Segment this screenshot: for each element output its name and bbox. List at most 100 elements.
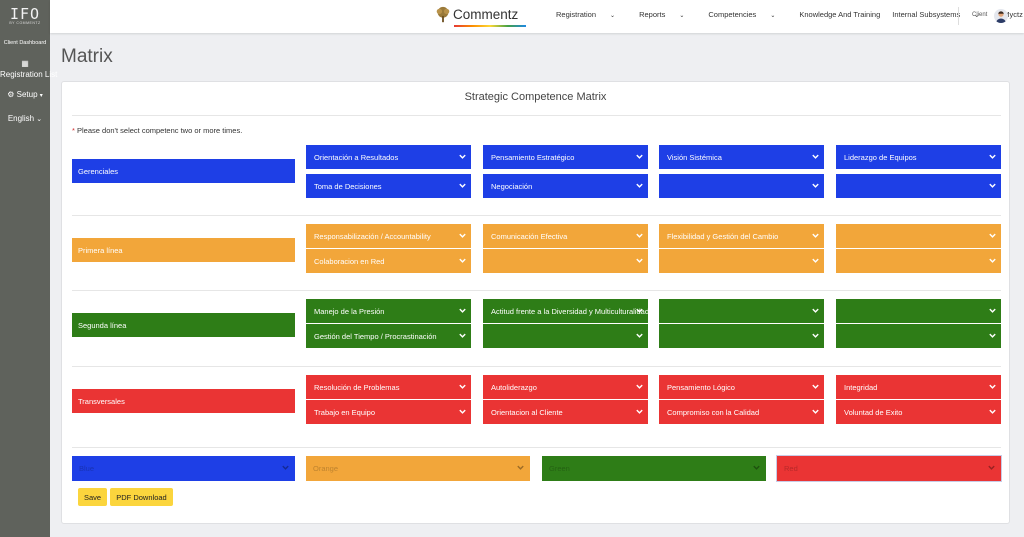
category-label: Primera línea (72, 238, 295, 262)
sidebar-item-client-dashboard[interactable]: Client Dashboard (0, 40, 50, 47)
chevron-down-icon (459, 384, 466, 389)
competence-select[interactable]: Colaboracion en Red (306, 249, 471, 273)
logo-subtext: BY COMMENTZ (9, 21, 41, 25)
competence-select[interactable]: Manejo de la Presión (306, 299, 471, 323)
competence-select[interactable]: Pensamiento Lógico (659, 375, 824, 399)
competence-select[interactable]: Voluntad de Exito (836, 400, 1001, 424)
nav-label: Reports (639, 10, 666, 19)
competence-select[interactable] (836, 224, 1001, 248)
category-label: Transversales (72, 389, 295, 413)
client-label[interactable]: Client (972, 12, 987, 18)
competence-select[interactable]: Autoliderazgo (483, 375, 648, 399)
competence-select[interactable] (659, 299, 824, 323)
chevron-down-icon (812, 384, 819, 389)
sidebar-item-setup[interactable]: ⚙ Setup ▾ (0, 90, 50, 99)
save-button[interactable]: Save (78, 488, 107, 506)
chevron-down-icon (636, 409, 643, 414)
chevron-down-icon (812, 333, 819, 338)
competence-select[interactable]: Liderazgo de Equipos (836, 145, 1001, 169)
competence-select[interactable]: Integridad (836, 375, 1001, 399)
color-select-placeholder: Green (549, 464, 570, 473)
selected-value: Negociación (491, 181, 533, 191)
competence-select[interactable]: Visión Sistémica (659, 145, 824, 169)
selected-value: Liderazgo de Equipos (844, 152, 917, 162)
competence-select[interactable]: Resolución de Problemas (306, 375, 471, 399)
chevron-down-icon (989, 409, 996, 414)
selected-value: Orientacion al Cliente (491, 407, 563, 417)
competence-select[interactable]: Negociación (483, 174, 648, 198)
color-select[interactable]: Orange (306, 456, 530, 481)
card-title: Strategic Competence Matrix (464, 91, 607, 103)
chevron-down-icon (459, 233, 466, 238)
category-label: Gerenciales (72, 159, 295, 183)
competence-select[interactable] (836, 299, 1001, 323)
competence-select[interactable]: Flexibilidad y Gestión del Cambio (659, 224, 824, 248)
avatar[interactable] (994, 9, 1008, 23)
chevron-down-icon (812, 183, 819, 188)
competence-select[interactable]: Pensamiento Estratégico (483, 145, 648, 169)
brand-logo[interactable]: Commentz (434, 6, 526, 27)
competence-select[interactable]: Gestión del Tiempo / Procrastinación (306, 324, 471, 348)
chevron-down-icon (989, 384, 996, 389)
chevron-down-icon (988, 465, 995, 470)
competence-select[interactable]: Toma de Decisiones (306, 174, 471, 198)
color-select[interactable]: Green (542, 456, 766, 481)
pdf-download-button[interactable]: PDF Download (110, 488, 173, 506)
divider (72, 366, 1001, 367)
chevron-down-icon (753, 465, 760, 470)
nav-reports[interactable]: Reports ⌄ (639, 10, 696, 19)
chevron-down-icon (989, 258, 996, 263)
chevron-down-icon (636, 154, 643, 159)
nav-knowledge-and-training[interactable]: Knowledge And Training (799, 10, 880, 19)
competence-select[interactable] (659, 324, 824, 348)
chevron-down-icon (636, 333, 643, 338)
selected-value: Colaboracion en Red (314, 256, 385, 266)
app-logo[interactable]: IFO BY COMMENTZ (0, 0, 50, 30)
selected-value: Responsabilización / Accountability (314, 231, 431, 241)
selected-value: Comunicación Efectiva (491, 231, 568, 241)
competence-select[interactable] (483, 249, 648, 273)
chevron-down-icon: ⌄ (36, 116, 43, 123)
sidebar-item-registration-list[interactable]: ▦ Registration List (0, 59, 57, 80)
selected-value: Toma de Decisiones (314, 181, 382, 191)
chevron-down-icon (989, 183, 996, 188)
color-select[interactable]: Blue (72, 456, 295, 481)
competence-select[interactable]: Responsabilización / Accountability (306, 224, 471, 248)
chevron-down-icon (517, 465, 524, 470)
nav-registration[interactable]: Registration ⌄ (556, 10, 627, 19)
gear-icon: ⚙ (7, 90, 15, 99)
competence-select[interactable] (483, 324, 648, 348)
divider (72, 290, 1001, 291)
competence-select[interactable]: Trabajo en Equipo (306, 400, 471, 424)
competence-select[interactable] (659, 249, 824, 273)
competence-select[interactable]: Orientacion al Cliente (483, 400, 648, 424)
sidebar-item-label: Registration List (0, 70, 58, 79)
chevron-down-icon: ⌄ (770, 13, 776, 19)
color-select[interactable]: Red (776, 455, 1002, 482)
selected-value: Flexibilidad y Gestión del Cambio (667, 231, 779, 241)
competence-select[interactable]: Compromiso con la Calidad (659, 400, 824, 424)
competence-select[interactable]: Actitud frente a la Diversidad y Multicu… (483, 299, 648, 323)
selected-value: Trabajo en Equipo (314, 407, 376, 417)
sidebar: IFO BY COMMENTZ Client Dashboard ▦ Regis… (0, 0, 57, 537)
competence-select[interactable] (836, 249, 1001, 273)
competence-select[interactable]: Orientación a Resultados (306, 145, 471, 169)
language-selector[interactable]: English ⌄ (0, 114, 50, 123)
nav-competencies[interactable]: Competencies ⌄ (708, 10, 787, 19)
competence-select[interactable]: Comunicación Efectiva (483, 224, 648, 248)
chevron-down-icon (459, 183, 466, 188)
chevron-down-icon: ⌄ (679, 13, 685, 19)
chevron-down-icon (812, 154, 819, 159)
competence-select[interactable] (836, 174, 1001, 198)
selected-value: Pensamiento Estratégico (491, 152, 575, 162)
chevron-down-icon: ⌄ (610, 13, 616, 19)
nav-label: Competencies (708, 10, 757, 19)
nav-label: Registration (556, 10, 597, 19)
nav-divider (958, 7, 959, 25)
color-select-placeholder: Blue (79, 464, 95, 473)
competence-select[interactable] (659, 174, 824, 198)
competence-select[interactable] (836, 324, 1001, 348)
note-text: Please don't select competenc two or mor… (77, 126, 243, 135)
selected-value: Pensamiento Lógico (667, 382, 735, 392)
selected-value: Compromiso con la Calidad (667, 407, 760, 417)
